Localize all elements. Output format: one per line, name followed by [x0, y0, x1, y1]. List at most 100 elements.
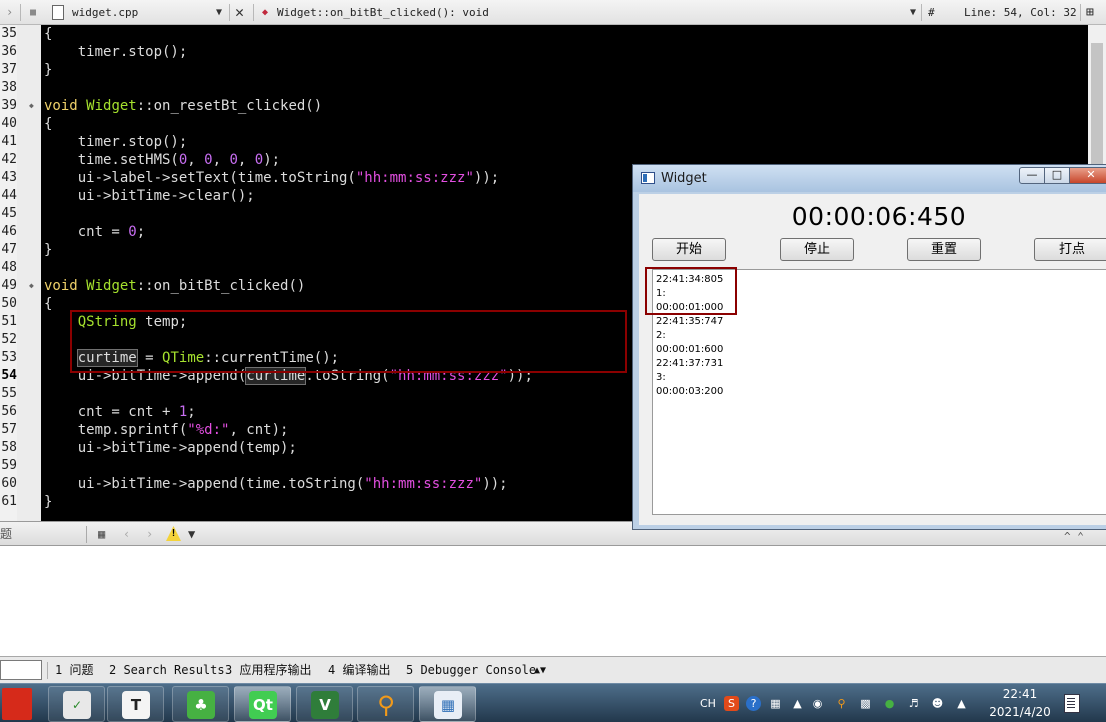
device-icon[interactable]: ▩ [858, 696, 873, 711]
issues-panel-label: 题 [0, 527, 13, 541]
lock-icon[interactable]: ■ [30, 0, 36, 25]
fold-marker-icon[interactable]: ◆ [29, 277, 37, 295]
tab-compile-output[interactable]: 4 编译输出 [328, 657, 390, 684]
chevron-left-icon[interactable]: ‹ [123, 522, 130, 546]
code-line[interactable]: void Widget::on_resetBt_clicked() [44, 97, 322, 115]
qt-creator-icon: Qt [249, 691, 277, 719]
line-number: 46 [1, 224, 17, 239]
code-token: "hh:mm:ss:zzz" [355, 170, 474, 186]
scrollbar-thumb[interactable] [1091, 43, 1103, 173]
code-line[interactable]: ui->bitTime->append(time.toString("hh:mm… [44, 475, 508, 493]
panel-collapse-icons[interactable]: ^ ⌃ [1064, 530, 1106, 544]
line-number: 40 [1, 116, 17, 131]
code-line[interactable]: cnt = 0; [44, 223, 145, 241]
pdf-reader-icon[interactable] [2, 688, 32, 720]
magnifier-icon: ⚲ [377, 691, 395, 719]
function-dropdown-chevron-down-icon[interactable]: ▼ [910, 0, 916, 25]
toolbar-separator [86, 526, 87, 543]
code-line[interactable]: temp.sprintf("%d:", cnt); [44, 421, 289, 439]
tab-issues[interactable]: 1 问题 [55, 657, 93, 684]
taskbar-app-vs[interactable]: V [296, 686, 353, 722]
chevron-right-icon[interactable]: › [6, 0, 13, 25]
line-number: 49 [1, 278, 17, 293]
code-line[interactable]: void Widget::on_bitBt_clicked() [44, 277, 305, 295]
code-line[interactable]: { [44, 115, 52, 133]
reset-button[interactable]: 重置 [907, 238, 981, 261]
maximize-button[interactable]: □ [1044, 167, 1070, 184]
code-line[interactable]: } [44, 61, 52, 79]
toolbar-separator [20, 4, 21, 21]
taskbar-app-search[interactable]: ⚲ [357, 686, 414, 722]
output-filter-input[interactable] [0, 660, 42, 680]
help-icon[interactable]: ? [746, 696, 761, 711]
widget-title-bar[interactable]: Widget — □ ✕ [633, 165, 1106, 192]
filter-icon[interactable]: ▼ [188, 522, 195, 546]
code-token: ui->bitTime->append(temp); [44, 440, 297, 456]
keyboard-icon[interactable]: ▦ [768, 696, 783, 711]
tab-application-output[interactable]: 3 应用程序输出 [225, 657, 311, 684]
code-line[interactable]: { [44, 295, 52, 313]
code-token: void [44, 278, 87, 294]
line-number: 48 [1, 260, 17, 275]
volume-icon[interactable]: ♬ [906, 696, 921, 711]
window-title: Widget [661, 171, 707, 186]
input-language[interactable]: CH [700, 684, 716, 722]
taskbar-app-widget[interactable]: ▦ [419, 686, 476, 722]
code-token: , [212, 152, 230, 168]
cursor-position[interactable]: Line: 54, Col: 32 [964, 0, 1077, 25]
encoding-hash[interactable]: # [928, 0, 935, 25]
chevron-right-icon[interactable]: › [146, 522, 153, 546]
code-line[interactable]: } [44, 241, 52, 259]
code-token: , cnt); [229, 422, 289, 438]
mark-button[interactable]: 打点 [1034, 238, 1106, 261]
code-token: )); [473, 170, 500, 186]
code-token: time.setHMS( [44, 152, 179, 168]
clock-date[interactable]: 2021/4/20 [984, 705, 1056, 719]
start-button[interactable]: 开始 [652, 238, 726, 261]
code-token: ::on_bitBt_clicked() [136, 278, 306, 294]
code-line[interactable]: timer.stop(); [44, 133, 188, 151]
file-dropdown-chevron-down-icon[interactable]: ▼ [216, 0, 222, 25]
sogou-input-icon[interactable]: S [724, 696, 739, 711]
code-token: void [44, 98, 87, 114]
line-number: 60 [1, 476, 17, 491]
code-token: } [44, 242, 53, 258]
taskbar-app-monitor[interactable]: ✓ [48, 686, 105, 722]
taskbar-app-qt-creator[interactable]: Qt [234, 686, 291, 722]
close-document-icon[interactable]: ✕ [235, 0, 244, 25]
show-hidden-icons-icon[interactable]: ▲ [790, 696, 805, 711]
code-line[interactable]: } [44, 493, 52, 511]
taskbar-app-clover[interactable]: ♣ [172, 686, 229, 722]
qq-icon[interactable]: ☻ [930, 696, 945, 711]
search-tray-icon[interactable]: ⚲ [834, 696, 849, 711]
taskbar-app-typora[interactable]: T [107, 686, 164, 722]
steam-icon[interactable]: ◉ [810, 696, 825, 711]
code-line[interactable]: timer.stop(); [44, 43, 188, 61]
security-icon[interactable]: ● [882, 696, 897, 711]
close-button[interactable]: ✕ [1069, 167, 1106, 184]
clock-time[interactable]: 22:41 [994, 687, 1046, 701]
code-line[interactable]: time.setHMS(0, 0, 0, 0); [44, 151, 280, 169]
line-number: 38 [1, 80, 17, 95]
line-number: 47 [1, 242, 17, 257]
output-pane-tabs: 1 问题 2 Search Results 3 应用程序输出 4 编译输出 5 … [0, 656, 1106, 683]
tab-search-results[interactable]: 2 Search Results [109, 657, 225, 684]
stop-button[interactable]: 停止 [780, 238, 854, 261]
clean-issues-icon[interactable]: ▦ [98, 522, 105, 546]
code-line[interactable]: ui->bitTime->clear(); [44, 187, 255, 205]
code-line[interactable]: { [44, 25, 52, 43]
warning-icon[interactable]: ! [166, 526, 181, 541]
tabs-overflow-icon[interactable]: ▲▼ [534, 657, 546, 684]
code-line[interactable]: cnt = cnt + 1; [44, 403, 196, 421]
code-line[interactable]: ui->bitTime->append(temp); [44, 439, 297, 457]
notes-icon[interactable] [1058, 688, 1086, 718]
minimize-button[interactable]: — [1019, 167, 1045, 184]
code-token: cnt = [44, 224, 129, 240]
tab-debugger-console[interactable]: 5 Debugger Console [406, 657, 536, 684]
toolbar-separator [253, 4, 254, 21]
code-line[interactable]: ui->label->setText(time.toString("hh:mm:… [44, 169, 499, 187]
function-selector[interactable]: Widget::on_bitBt_clicked(): void [277, 0, 489, 25]
fold-marker-icon[interactable]: ◆ [29, 97, 37, 115]
network-icon[interactable]: ▲ [954, 696, 969, 711]
split-view-icon[interactable]: ⊞ [1086, 0, 1094, 25]
